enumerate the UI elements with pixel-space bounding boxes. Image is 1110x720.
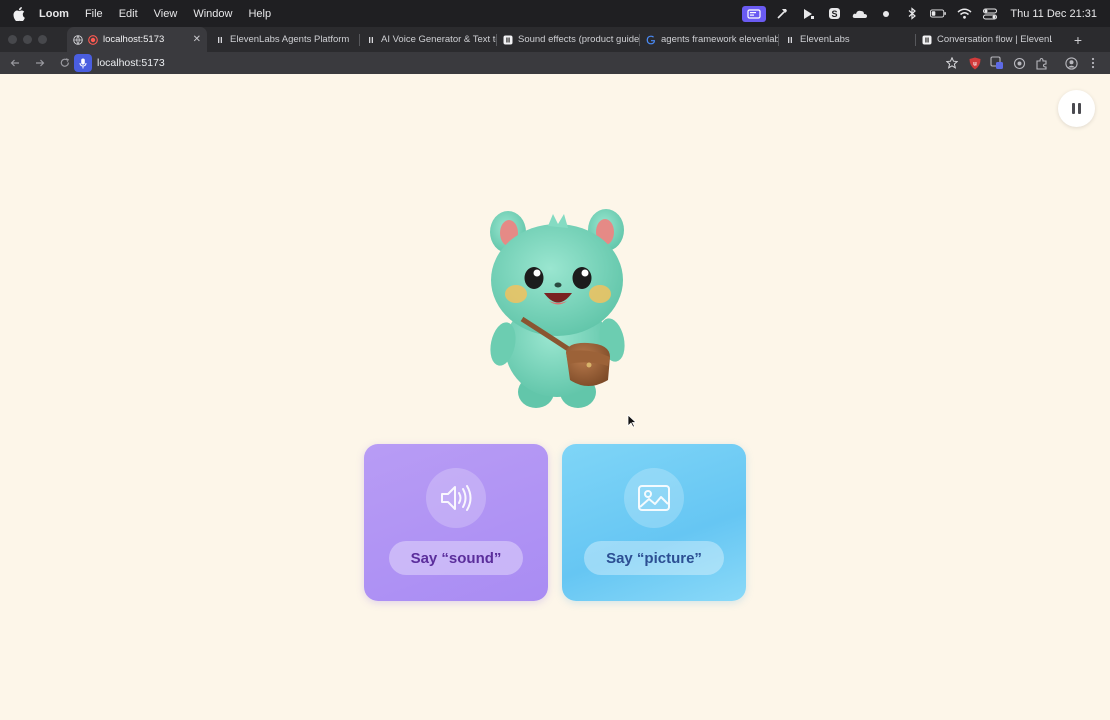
tab-localhost[interactable]: localhost:5173 ✕ — [67, 27, 207, 52]
window-controls — [8, 35, 53, 44]
maximize-window-button[interactable] — [38, 35, 47, 44]
wifi-icon[interactable] — [956, 7, 972, 21]
tab-conversation-flow[interactable]: Conversation flow | ElevenLabs — [916, 27, 1052, 52]
elevenlabs-icon — [785, 35, 795, 45]
menu-window[interactable]: Window — [193, 8, 232, 20]
close-window-button[interactable] — [8, 35, 17, 44]
bookmark-star-icon[interactable] — [945, 56, 959, 69]
app-page: Say “sound” Say “picture” — [0, 74, 1110, 720]
status-area: S Thu 11 Dec 21:31 — [742, 0, 1110, 27]
tab-elevenlabs[interactable]: ElevenLabs — [779, 27, 915, 52]
say-sound-label[interactable]: Say “sound” — [388, 541, 524, 575]
record-dot-icon[interactable] — [878, 7, 894, 21]
ublock-shield-icon[interactable]: u — [968, 56, 982, 70]
browser-tab-strip: localhost:5173 ✕ ElevenLabs Agents Platf… — [0, 27, 1110, 52]
battery-icon[interactable] — [930, 7, 947, 21]
say-sound-card[interactable]: Say “sound” — [364, 444, 548, 601]
profile-avatar-icon[interactable] — [1064, 56, 1078, 70]
loom-recording-icon[interactable] — [742, 5, 767, 22]
menubar-clock[interactable]: Thu 11 Dec 21:31 — [1010, 8, 1097, 20]
menu-edit[interactable]: Edit — [119, 8, 138, 20]
close-tab-icon[interactable]: ✕ — [193, 34, 201, 45]
tab-label: agents framework elevenlabs — [661, 34, 778, 45]
say-picture-card[interactable]: Say “picture” — [562, 444, 746, 601]
extension-lens-icon[interactable] — [1012, 56, 1026, 70]
browser-toolbar: localhost:5173 — [0, 52, 1110, 74]
tab-label: localhost:5173 — [103, 34, 165, 45]
forward-arrow-icon[interactable] — [34, 57, 46, 69]
extensions-area: u — [968, 53, 1108, 73]
url-text[interactable]: localhost:5173 — [97, 57, 165, 69]
speaker-icon — [426, 468, 486, 528]
globe-icon — [73, 34, 83, 45]
tab-label: Conversation flow | ElevenLabs — [937, 34, 1052, 45]
play-screen-icon[interactable] — [800, 7, 816, 21]
elevenlabs-icon — [366, 35, 376, 45]
tab-elevenlabs-agents[interactable]: ElevenLabs Agents Platform — [209, 27, 359, 52]
tab-ai-voice-generator[interactable]: AI Voice Generator & Text to — [360, 27, 496, 52]
image-icon — [624, 468, 684, 528]
svg-text:u: u — [973, 61, 977, 67]
minimize-window-button[interactable] — [23, 35, 32, 44]
menu-file[interactable]: File — [85, 8, 103, 20]
cloud-icon[interactable] — [852, 7, 868, 21]
reload-icon[interactable] — [59, 57, 71, 69]
google-icon — [646, 35, 656, 45]
macos-menu-bar: Loom File Edit View Window Help S Thu 11… — [0, 0, 1110, 30]
hammer-icon[interactable] — [774, 7, 790, 21]
elevenlabs-docs-icon — [503, 35, 513, 45]
tab-sound-effects[interactable]: Sound effects (product guide) — [497, 27, 639, 52]
tab-label: AI Voice Generator & Text to — [381, 34, 496, 45]
menu-app-name[interactable]: Loom — [39, 8, 69, 20]
elevenlabs-docs-icon — [922, 35, 932, 45]
apple-icon[interactable] — [13, 6, 27, 21]
microphone-site-icon[interactable] — [74, 54, 92, 72]
tab-google-search[interactable]: agents framework elevenlabs — [640, 27, 778, 52]
svg-text:S: S — [831, 9, 837, 19]
control-center-icon[interactable] — [982, 7, 998, 21]
skype-icon[interactable]: S — [826, 7, 842, 21]
say-picture-label[interactable]: Say “picture” — [584, 541, 724, 575]
tab-label: ElevenLabs Agents Platform — [230, 34, 350, 45]
mascot-character-illustration — [490, 209, 625, 408]
browser-menu-icon[interactable] — [1086, 56, 1100, 70]
tab-label: Sound effects (product guide) — [518, 34, 639, 45]
extension-grid-icon[interactable] — [990, 56, 1004, 70]
pause-icon — [1072, 103, 1075, 114]
tab-label: ElevenLabs — [800, 34, 850, 45]
menu-help[interactable]: Help — [248, 8, 271, 20]
puzzle-extensions-icon[interactable] — [1034, 56, 1048, 70]
recording-indicator-icon — [88, 34, 98, 45]
new-tab-button[interactable]: + — [1070, 27, 1086, 52]
bluetooth-icon[interactable] — [904, 7, 920, 21]
elevenlabs-icon — [215, 35, 225, 45]
menu-view[interactable]: View — [154, 8, 178, 20]
pause-button[interactable] — [1058, 90, 1095, 127]
address-bar[interactable]: localhost:5173 — [74, 54, 964, 72]
mouse-cursor-icon — [627, 414, 637, 428]
back-arrow-icon[interactable] — [9, 57, 21, 69]
